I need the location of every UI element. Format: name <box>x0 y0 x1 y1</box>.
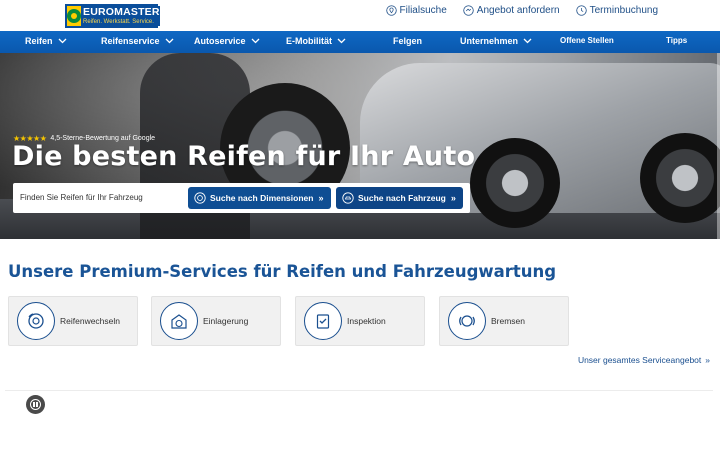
car-wheel-image <box>640 133 720 223</box>
top-header: EUROMASTER Reifen. Werkstatt. Service. F… <box>0 0 720 31</box>
nav-label: Unternehmen <box>460 36 519 46</box>
all-services-label: Unser gesamtes Serviceangebot <box>577 355 702 365</box>
chevron-down-icon <box>251 38 259 44</box>
nav-item-unternehmen[interactable]: Unternehmen <box>460 36 532 46</box>
chevron-right-icon: » <box>318 193 324 203</box>
car-wheel-image <box>470 138 560 228</box>
search-by-dimensions-button[interactable]: Suche nach Dimensionen » <box>188 187 331 209</box>
angebot-label: Angebot anfordern <box>476 5 560 16</box>
nav-label: Reifenservice <box>101 36 160 46</box>
nav-label: Tipps <box>666 36 688 45</box>
service-label: Einlagerung <box>203 316 249 326</box>
chevron-down-icon <box>165 38 174 44</box>
pause-button[interactable] <box>26 395 45 414</box>
nav-item-reifenservice[interactable]: Reifenservice <box>101 36 174 46</box>
euromaster-logo[interactable]: EUROMASTER Reifen. Werkstatt. Service. <box>65 4 160 28</box>
offer-icon <box>463 5 474 16</box>
angebot-anfordern-link[interactable]: Angebot anfordern <box>463 5 560 16</box>
pause-icon <box>30 399 41 410</box>
brakes-icon <box>448 302 486 340</box>
logo-tagline: Reifen. Werkstatt. Service. <box>83 18 154 25</box>
service-card-bremsen[interactable]: Bremsen <box>439 296 569 346</box>
search-label: Finden Sie Reifen für Ihr Fahrzeug <box>20 193 143 202</box>
section-divider <box>5 390 713 391</box>
logo-mark-icon <box>67 6 81 26</box>
tire-dimensions-icon <box>194 192 206 204</box>
search-by-vehicle-button[interactable]: Suche nach Fahrzeug » <box>336 187 463 209</box>
logo-brand-text: EUROMASTER <box>83 6 160 18</box>
location-pin-icon <box>385 5 397 16</box>
services-title: Unsere Premium-Services für Reifen und F… <box>8 262 557 281</box>
tire-search-panel: Finden Sie Reifen für Ihr Fahrzeug Suche… <box>13 183 470 213</box>
inspection-icon <box>304 302 342 340</box>
tire-change-icon <box>17 302 55 340</box>
filialsuche-link[interactable]: Filialsuche <box>385 5 447 16</box>
chevron-down-icon <box>523 38 532 44</box>
service-card-reifenwechseln[interactable]: Reifenwechseln <box>8 296 138 346</box>
all-services-link[interactable]: Unser gesamtes Serviceangebot » <box>578 355 710 365</box>
nav-label: Autoservice <box>194 36 246 46</box>
main-navigation: Reifen Reifenservice Autoservice E-Mobil… <box>0 31 720 53</box>
hero-title: Die besten Reifen für Ihr Auto <box>12 141 476 172</box>
nav-label: Felgen <box>393 36 423 46</box>
nav-item-reifen[interactable]: Reifen <box>25 36 67 46</box>
filialsuche-label: Filialsuche <box>399 5 447 16</box>
terminbuchung-label: Terminbuchung <box>589 5 658 16</box>
storage-icon <box>160 302 198 340</box>
utility-links: Filialsuche Angebot anfordern Terminbuch… <box>385 5 658 16</box>
clock-icon <box>575 5 587 16</box>
service-label: Bremsen <box>491 316 526 326</box>
chevron-right-icon: » <box>705 355 710 365</box>
nav-item-autoservice[interactable]: Autoservice <box>194 36 260 46</box>
service-label: Reifenwechseln <box>60 316 121 326</box>
chevron-right-icon: » <box>450 193 456 203</box>
nav-item-tipps[interactable]: Tipps <box>666 36 687 45</box>
service-card-einlagerung[interactable]: Einlagerung <box>151 296 281 346</box>
nav-item-offene-stellen[interactable]: Offene Stellen <box>560 36 614 45</box>
car-icon <box>342 192 354 204</box>
search-by-dimensions-label: Suche nach Dimensionen <box>210 193 314 203</box>
nav-label: Reifen <box>25 36 53 46</box>
chevron-down-icon <box>58 38 66 44</box>
search-by-vehicle-label: Suche nach Fahrzeug <box>358 193 446 203</box>
nav-item-felgen[interactable]: Felgen <box>393 36 422 46</box>
service-card-inspektion[interactable]: Inspektion <box>295 296 425 346</box>
nav-label: Offene Stellen <box>560 36 614 45</box>
nav-label: E-Mobilität <box>286 36 332 46</box>
service-label: Inspektion <box>347 316 386 326</box>
chevron-down-icon <box>337 38 346 44</box>
nav-item-e-mobilitaet[interactable]: E-Mobilität <box>286 36 346 46</box>
terminbuchung-link[interactable]: Terminbuchung <box>575 5 658 16</box>
